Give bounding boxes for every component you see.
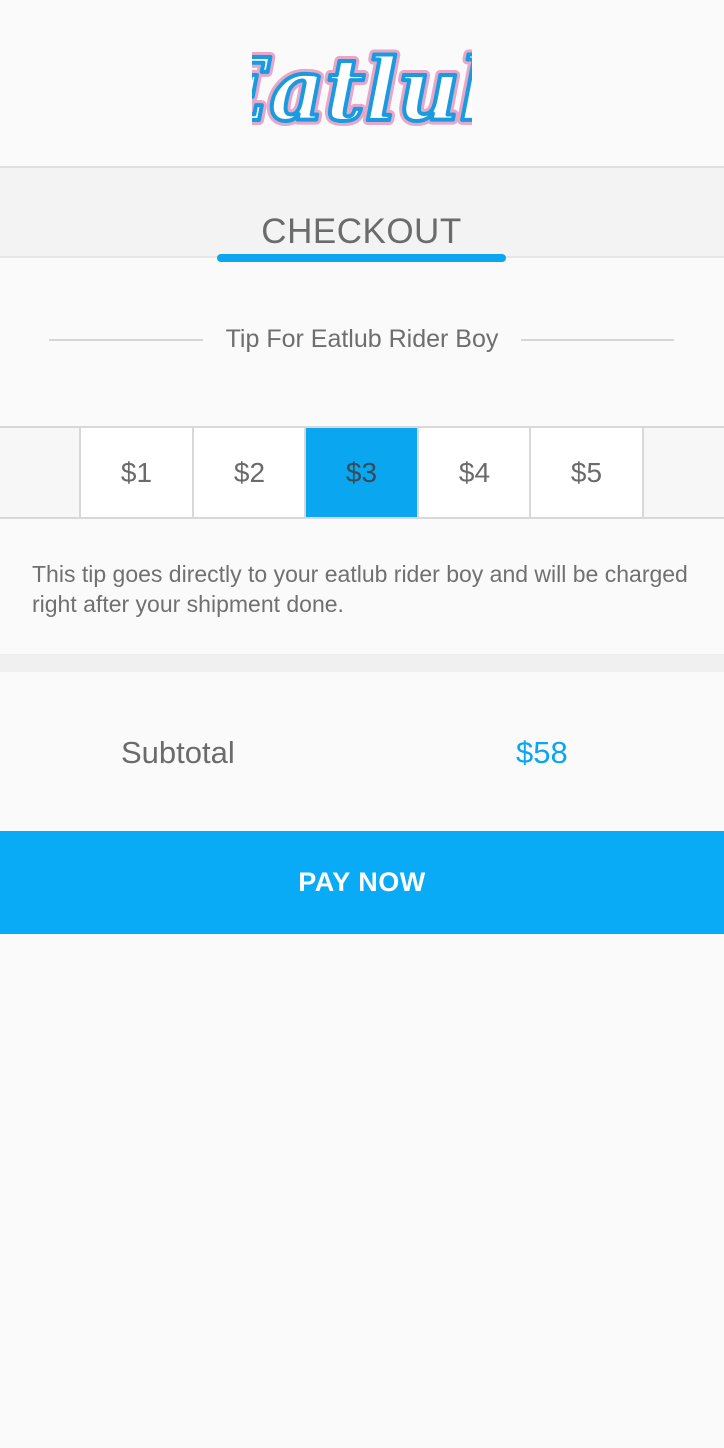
tip-option-2[interactable]: $2 [192,428,305,517]
active-tab-indicator [217,254,506,262]
tip-heading: Tip For Eatlub Rider Boy [225,325,499,353]
divider-left [49,339,203,341]
tip-option-4[interactable]: $4 [417,428,530,517]
tab-checkout[interactable]: CHECKOUT [217,168,506,262]
subtotal-value: $58 [516,735,568,770]
tip-row-border [642,428,644,517]
divider-right [521,339,674,341]
subtotal-label: Subtotal [121,735,235,770]
svg-text:Eatlub: Eatlub [252,40,472,141]
tab-checkout-label: CHECKOUT [261,212,462,251]
tip-option-5[interactable]: $5 [529,428,642,517]
tab-bar: CHECKOUT [0,166,724,262]
tip-option-3[interactable]: $3 [304,428,417,517]
tip-note: This tip goes directly to your eatlub ri… [32,561,688,617]
app-header: Eatlub Eatlub [0,0,724,166]
section-separator [0,654,724,672]
tip-options-row: $1 $2 $3 $4 $5 [0,426,724,519]
pay-now-button[interactable]: PAY NOW [0,831,724,934]
eatlub-logo-graphic: Eatlub Eatlub [252,35,472,146]
tip-option-1[interactable]: $1 [79,428,192,517]
eatlub-logo: Eatlub Eatlub [0,28,724,148]
